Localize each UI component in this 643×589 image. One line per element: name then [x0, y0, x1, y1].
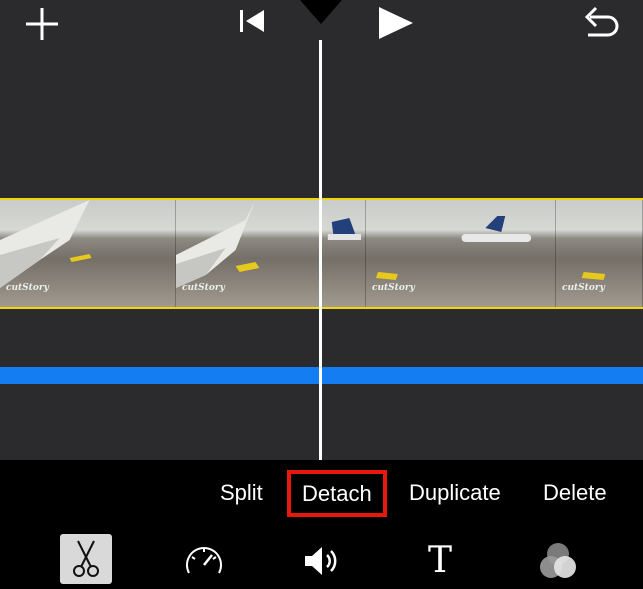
title-icon: T — [427, 540, 452, 581]
detach-button[interactable]: Detach — [287, 470, 387, 517]
title-tool-button[interactable]: T — [414, 536, 466, 586]
duplicate-button[interactable]: Duplicate — [409, 480, 501, 506]
clip-frame: cutStory — [366, 200, 556, 307]
playhead-cap[interactable] — [300, 0, 342, 24]
timeline-editor: cutStory cutStory cutStory cutStory — [0, 0, 643, 460]
watermark: cutStory — [372, 283, 415, 293]
speedometer-icon — [186, 547, 222, 574]
volume-tool-button[interactable] — [296, 536, 348, 586]
scissors-icon — [73, 540, 99, 577]
scissors-tool-button[interactable] — [60, 534, 112, 584]
speed-tool-button[interactable] — [178, 536, 230, 586]
clip-frame: cutStory — [556, 200, 643, 307]
volume-icon — [305, 547, 337, 575]
skip-back-icon[interactable] — [238, 8, 266, 34]
clip-frame — [320, 200, 366, 307]
playhead-line — [319, 40, 322, 460]
clip-frame: cutStory — [176, 200, 320, 307]
delete-button[interactable]: Delete — [543, 480, 607, 506]
filters-icon — [540, 543, 576, 578]
filters-tool-button[interactable] — [532, 536, 584, 586]
undo-icon[interactable] — [580, 5, 620, 41]
watermark: cutStory — [182, 283, 225, 293]
add-icon[interactable] — [24, 6, 60, 42]
play-icon[interactable] — [376, 5, 416, 41]
tool-bar: T — [0, 524, 643, 589]
clip-action-row: Split Detach Duplicate Delete — [0, 460, 643, 524]
watermark: cutStory — [6, 283, 49, 293]
clip-frame: cutStory — [0, 200, 176, 307]
watermark: cutStory — [562, 283, 605, 293]
split-button[interactable]: Split — [220, 480, 263, 506]
